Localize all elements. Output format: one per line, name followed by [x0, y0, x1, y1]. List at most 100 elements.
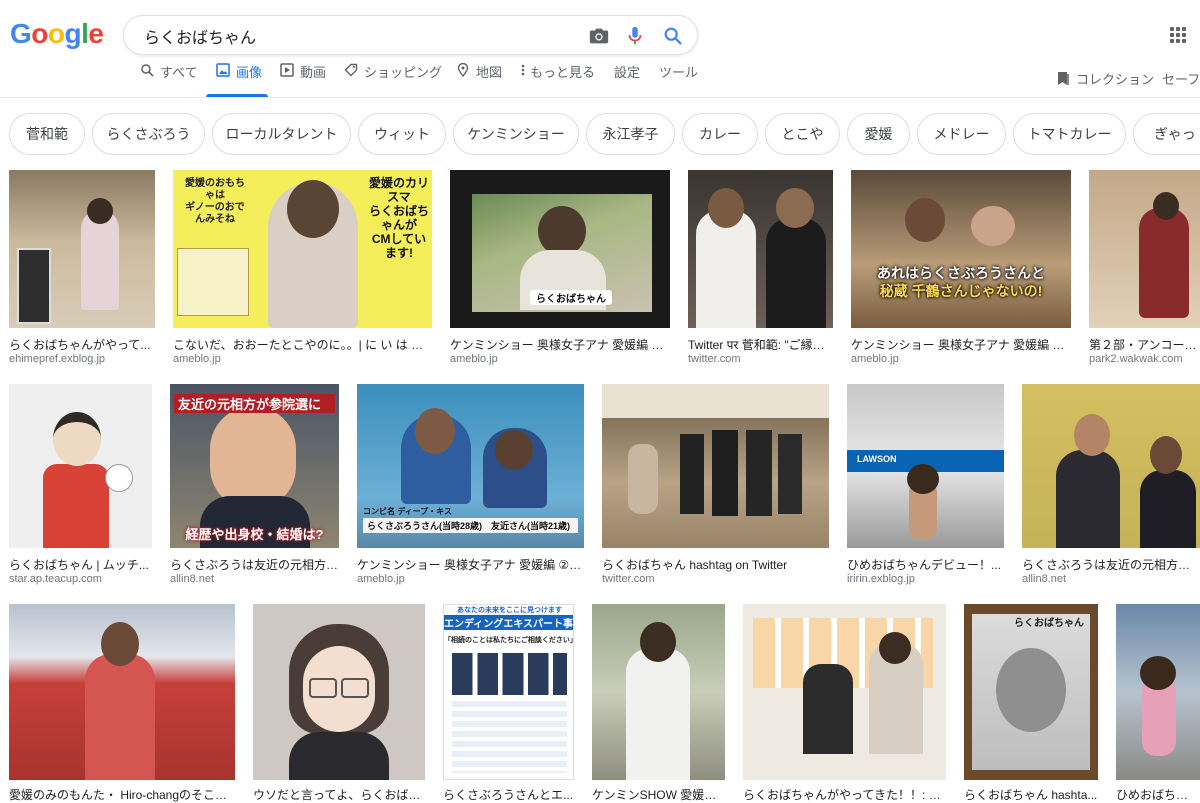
chip[interactable]: らくさぶろう: [92, 113, 205, 155]
result-thumbnail[interactable]: [743, 604, 946, 780]
tab-images[interactable]: 画像: [216, 62, 262, 98]
result-thumbnail[interactable]: [1116, 604, 1200, 780]
search-icon[interactable]: [662, 25, 684, 47]
chip[interactable]: ぎゃっ: [1133, 113, 1200, 155]
image-result[interactable]: らくおばちゃんがやってきた！！: 愛...: [743, 604, 946, 802]
image-result[interactable]: Twitter पर 菅和範: "ご縁を... twitter.com: [688, 170, 833, 365]
chip[interactable]: メドレー: [917, 113, 1006, 155]
result-thumbnail[interactable]: らくおばちゃん: [964, 604, 1098, 780]
tab-all[interactable]: すべて: [140, 62, 198, 98]
image-result[interactable]: らくおばちゃんがやって... ehimepref.exblog.jp: [9, 170, 155, 365]
microphone-icon[interactable]: [624, 25, 646, 47]
result-caption[interactable]: らくさぶろうは友近の元相方で...: [170, 556, 339, 573]
image-result[interactable]: 第２部・アンコールへ park2.wakwak.com: [1089, 170, 1200, 365]
result-thumbnail[interactable]: [9, 384, 152, 548]
result-caption[interactable]: らくおばちゃんがやって...: [9, 336, 155, 353]
result-source[interactable]: allin8.net: [1022, 573, 1200, 585]
tab-more[interactable]: もっと見る: [520, 62, 595, 98]
result-caption[interactable]: ケンミンショー 奥様女子アナ 愛媛編 ②-2...: [851, 336, 1071, 353]
image-result[interactable]: ケンミンSHOW 愛媛編 -...: [592, 604, 725, 802]
tab-settings[interactable]: 設定: [614, 62, 640, 98]
tab-tools[interactable]: ツール: [659, 62, 698, 98]
chip[interactable]: ケンミンショー: [453, 113, 579, 155]
result-caption[interactable]: ひめおばちゃんデビュー！...: [847, 556, 1004, 573]
result-source[interactable]: park2.wakwak.com: [1089, 353, 1200, 365]
result-caption[interactable]: 第２部・アンコールへ: [1089, 336, 1200, 353]
result-caption[interactable]: らくおばちゃん | ムッチ...: [9, 556, 152, 573]
result-caption[interactable]: らくおばちゃん hashtag on Twitter: [602, 556, 829, 573]
result-caption[interactable]: ひめおばちゃんデ: [1116, 786, 1200, 803]
chip[interactable]: ウィット: [358, 113, 446, 155]
result-caption[interactable]: ウソだと言ってよ、らくおばち...: [253, 786, 425, 803]
result-caption[interactable]: らくさぶろうは友近の元相方で本名: [1022, 556, 1200, 573]
chip[interactable]: カレー: [682, 113, 758, 155]
tab-videos[interactable]: 動画: [280, 62, 326, 98]
result-caption[interactable]: ケンミンSHOW 愛媛編 -...: [592, 786, 725, 803]
result-thumbnail[interactable]: [602, 384, 829, 548]
image-result[interactable]: LAWSON ひめおばちゃんデビュー！... iririn.exblog.jp: [847, 384, 1004, 585]
result-source[interactable]: allin8.net: [170, 573, 339, 585]
result-thumbnail[interactable]: [592, 604, 725, 780]
result-caption[interactable]: ケンミンショー 奥様女子アナ 愛媛編 ②-2...: [450, 336, 670, 353]
result-thumbnail[interactable]: 友近の元相方が参院選に 経歴や出身校・結婚は?: [170, 384, 339, 548]
image-result[interactable]: らくおばちゃん | ムッチ... star.ap.teacup.com: [9, 384, 152, 585]
result-source[interactable]: ehimepref.exblog.jp: [9, 353, 155, 365]
google-logo[interactable]: Google: [10, 18, 104, 50]
result-thumbnail[interactable]: あなたの未来をここに見つけます エンディングエキスパート事務局 「相続のことは私…: [443, 604, 574, 780]
tab-label: すべて: [160, 65, 198, 80]
image-result[interactable]: 愛媛のみのもんた・ Hiro-changのそこま...: [9, 604, 235, 802]
thumbnail-overlay-text: コンビ名 ディープ・キス: [363, 507, 452, 516]
result-source[interactable]: twitter.com: [688, 353, 833, 365]
result-caption[interactable]: らくおばちゃん hashta...: [964, 786, 1098, 803]
result-caption[interactable]: ケンミンショー 奥様女子アナ 愛媛編 ②-2 |...: [357, 556, 584, 573]
image-result[interactable]: あなたの未来をここに見つけます エンディングエキスパート事務局 「相続のことは私…: [443, 604, 574, 802]
image-result[interactable]: 愛媛のカリスマ らくおばちゃんが CMしています! 愛媛のおもちゃは ギノーのお…: [173, 170, 432, 365]
result-thumbnail[interactable]: らくおばちゃん: [450, 170, 670, 328]
collections-link[interactable]: コレクション: [1057, 69, 1154, 88]
result-source[interactable]: star.ap.teacup.com: [9, 573, 152, 585]
result-caption[interactable]: らくさぶろうさんとエ...: [443, 786, 574, 803]
tab-shopping[interactable]: ショッピング: [344, 62, 442, 98]
search-input[interactable]: [142, 24, 586, 48]
chip[interactable]: 永江孝子: [586, 113, 675, 155]
result-caption[interactable]: 愛媛のみのもんた・ Hiro-changのそこま...: [9, 786, 235, 803]
chip[interactable]: トマトカレー: [1013, 113, 1126, 155]
image-result[interactable]: らくおばちゃん ケンミンショー 奥様女子アナ 愛媛編 ②-2... ameblo…: [450, 170, 670, 365]
image-result[interactable]: らくさぶろうさん(当時28歳) 友近さん(当時21歳) コンビ名 ディープ・キス…: [357, 384, 584, 585]
apps-grid-icon[interactable]: [1170, 27, 1186, 43]
result-thumbnail[interactable]: あれはらくさぶろうさんと 秘蔵 千鶴さんじゃないの!: [851, 170, 1071, 328]
result-source[interactable]: iririn.exblog.jp: [847, 573, 1004, 585]
result-thumbnail[interactable]: [9, 170, 155, 328]
image-result[interactable]: ひめおばちゃんデ: [1116, 604, 1200, 802]
result-caption[interactable]: こないだ、おおーたとこやのに。。| に い は ま ...: [173, 336, 432, 353]
search-box[interactable]: [123, 15, 698, 55]
image-result[interactable]: らくおばちゃん hashtag on Twitter twitter.com: [602, 384, 829, 585]
result-thumbnail[interactable]: LAWSON: [847, 384, 1004, 548]
image-result[interactable]: らくさぶろうは友近の元相方で本名 allin8.net: [1022, 384, 1200, 585]
result-thumbnail[interactable]: [253, 604, 425, 780]
image-result[interactable]: 友近の元相方が参院選に 経歴や出身校・結婚は? らくさぶろうは友近の元相方で..…: [170, 384, 339, 585]
image-result[interactable]: あれはらくさぶろうさんと 秘蔵 千鶴さんじゃないの! ケンミンショー 奥様女子ア…: [851, 170, 1071, 365]
result-source[interactable]: ameblo.jp: [450, 353, 670, 365]
result-thumbnail[interactable]: 愛媛のカリスマ らくおばちゃんが CMしています! 愛媛のおもちゃは ギノーのお…: [173, 170, 432, 328]
chip[interactable]: 愛媛: [847, 113, 910, 155]
result-thumbnail[interactable]: [1022, 384, 1200, 548]
chip[interactable]: ローカルタレント: [212, 113, 351, 155]
chip[interactable]: 菅和範: [9, 113, 85, 155]
safesearch-link[interactable]: セーフサ: [1162, 69, 1200, 88]
result-caption[interactable]: Twitter पर 菅和範: "ご縁を...: [688, 336, 833, 353]
chip[interactable]: とこや: [765, 113, 840, 155]
result-source[interactable]: ameblo.jp: [357, 573, 584, 585]
result-source[interactable]: ameblo.jp: [851, 353, 1071, 365]
image-result[interactable]: らくおばちゃん らくおばちゃん hashta...: [964, 604, 1098, 802]
result-thumbnail[interactable]: らくさぶろうさん(当時28歳) 友近さん(当時21歳) コンビ名 ディープ・キス: [357, 384, 584, 548]
tab-maps[interactable]: 地図: [456, 62, 502, 98]
result-source[interactable]: ameblo.jp: [173, 353, 432, 365]
result-thumbnail[interactable]: [688, 170, 833, 328]
result-thumbnail[interactable]: [1089, 170, 1200, 328]
result-source[interactable]: twitter.com: [602, 573, 829, 585]
camera-icon[interactable]: [588, 25, 610, 47]
image-result[interactable]: ウソだと言ってよ、らくおばち...: [253, 604, 425, 802]
result-caption[interactable]: らくおばちゃんがやってきた！！: 愛...: [743, 786, 946, 803]
result-thumbnail[interactable]: [9, 604, 235, 780]
